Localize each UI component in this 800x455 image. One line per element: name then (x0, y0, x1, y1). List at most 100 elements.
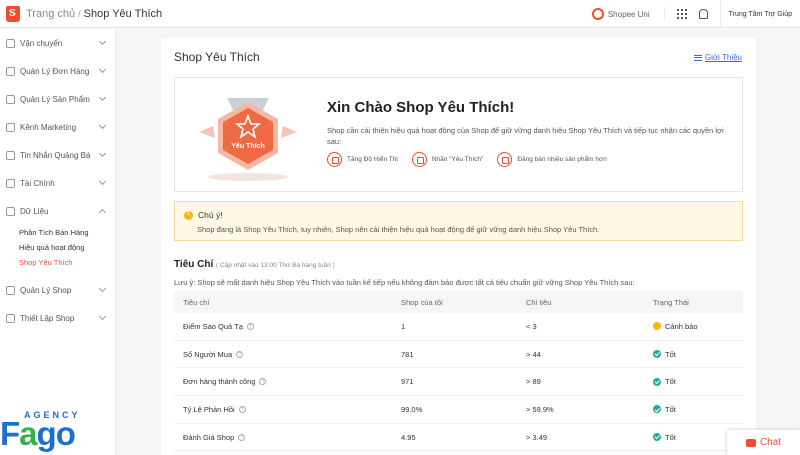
box-icon (6, 94, 15, 104)
sidebar-item-broadcast[interactable]: Tin Nhắn Quảng Bá (0, 141, 115, 169)
notice-header: Chú ý! (184, 210, 223, 220)
sidebar-subitem-preferred-shop[interactable]: Shop Yêu Thích (0, 255, 115, 270)
status-label: Tốt (665, 377, 676, 387)
chevron-up-icon (98, 208, 107, 217)
breadcrumb-separator: / (78, 8, 81, 19)
chevron-down-icon (98, 37, 107, 46)
visibility-icon (327, 152, 342, 167)
sidebar-item-label: Quản Lý Shop (20, 285, 72, 295)
chat-button[interactable]: Chat (727, 430, 800, 455)
apps-grid-icon[interactable] (676, 9, 687, 19)
chevron-down-icon (98, 93, 107, 102)
help-icon[interactable]: ? (259, 378, 267, 386)
check-status-icon (653, 350, 661, 359)
help-icon[interactable]: ? (238, 433, 246, 441)
warning-status-icon (653, 322, 661, 331)
criterion-name: Đánh Giá Shop (183, 432, 235, 442)
notification-bell-icon[interactable] (698, 9, 708, 19)
criterion-name: Tỷ Lệ Phản Hồi (183, 404, 235, 414)
wallet-icon (6, 178, 15, 188)
welcome-card: Yêu Thích Xin Chào Shop Yêu Thích! Shop … (174, 77, 743, 192)
table-row: Đánh Giá Shop? 4.95 > 3.49 Tốt (174, 424, 743, 452)
sidebar-subitem-sales-analysis[interactable]: Phân Tích Bán Hàng (0, 225, 115, 240)
table-row: Số Người Mua? 781 > 44 Tốt (174, 341, 743, 369)
table-header: Tiêu chí Shop của tôi Chỉ tiêu Trạng Thá… (174, 291, 743, 313)
sidebar-item-orders[interactable]: Quản Lý Đơn Hàng (0, 57, 115, 85)
sidebar-item-data[interactable]: Dữ Liệu (0, 197, 115, 225)
shopee-uni-icon (591, 8, 604, 20)
sidebar-item-marketing[interactable]: Kênh Marketing (0, 113, 115, 141)
sidebar-item-shop-management[interactable]: Quản Lý Shop (0, 276, 115, 304)
preferred-badge: Yêu Thích (193, 92, 303, 182)
chevron-down-icon (98, 177, 107, 186)
sidebar-item-shipping[interactable]: Vận chuyển (0, 29, 115, 57)
attention-notice: Chú ý! Shop đang là Shop Yêu Thích, tuy … (174, 201, 743, 241)
my-shop-value: 4.95 (401, 432, 416, 442)
sidebar-item-shop-settings[interactable]: Thiết Lập Shop (0, 304, 115, 332)
criteria-title: Tiêu Chí (174, 259, 214, 270)
table-row: Tỷ Lệ Phản Hồi? 99.0% > 59.9% Tốt (174, 396, 743, 424)
help-icon[interactable]: ? (238, 405, 246, 413)
intro-link[interactable]: Giới Thiệu (693, 53, 742, 62)
breadcrumb: Trang chủ / Shop Yêu Thích (26, 8, 162, 20)
top-bar: Trang chủ / Shop Yêu Thích Shopee Uni Tr… (0, 0, 800, 28)
sidebar-item-label: Tài Chính (20, 178, 55, 188)
table-row: Điểm Sao Quả Tạ? 1 < 3 Cảnh báo (174, 313, 743, 341)
my-shop-value: 1 (401, 321, 406, 331)
truck-icon (6, 38, 15, 48)
sidebar-item-products[interactable]: Quản Lý Sản Phẩm (0, 85, 115, 113)
gear-icon (6, 313, 15, 323)
criteria-table: Tiêu chí Shop của tôi Chỉ tiêu Trạng Thá… (174, 291, 743, 452)
status-label: Cảnh báo (665, 321, 698, 331)
criterion-name: Đơn hàng thành công (183, 377, 256, 387)
breadcrumb-home[interactable]: Trang chủ (26, 8, 75, 20)
shop-icon (6, 285, 15, 295)
chevron-down-icon (98, 65, 107, 74)
target-value: > 3.49 (526, 432, 548, 442)
perk-visibility: Tăng Độ Hiển Thị (327, 152, 398, 167)
perk-label: Nhãn "Yêu Thích" (411, 152, 483, 167)
sidebar-item-label: Vận chuyển (20, 38, 63, 48)
perk-more-products: Đăng bán nhiều sản phẩm hơn (497, 152, 607, 167)
help-icon[interactable]: ? (236, 350, 244, 358)
column-header: Shop của tôi (401, 297, 443, 307)
sidebar-item-finance[interactable]: Tài Chính (0, 169, 115, 197)
criterion-name: Số Người Mua (183, 349, 233, 359)
list-icon (693, 54, 702, 61)
main-content: Shop Yêu Thích Giới Thiệu Yêu Thích Xin … (161, 38, 756, 455)
sidebar-item-label: Quản Lý Đơn Hàng (20, 66, 90, 76)
sidebar-item-label: Thiết Lập Shop (20, 313, 75, 323)
top-right-actions: Shopee Uni Trung Tâm Trợ Giúp (591, 0, 800, 28)
sidebar-subitem-performance[interactable]: Hiệu quả hoạt động (0, 240, 115, 255)
perks-list: Tăng Độ Hiển Thị Nhãn "Yêu Thích" Đăng b… (327, 152, 621, 167)
chat-bubble-icon (745, 438, 756, 447)
page-title: Shop Yêu Thích (174, 50, 260, 64)
criteria-description: Lưu ý: Shop sẽ mất danh hiệu Shop Yêu Th… (174, 278, 635, 287)
shopee-uni-label: Shopee Uni (607, 9, 650, 19)
my-shop-value: 781 (401, 349, 414, 359)
help-center-link[interactable]: Trung Tâm Trợ Giúp (719, 0, 800, 28)
warning-icon (184, 210, 193, 220)
table-row: Đơn hàng thành công? 971 > 89 Tốt (174, 368, 743, 397)
column-header: Chỉ tiêu (526, 297, 552, 307)
my-shop-value: 99.0% (401, 404, 423, 414)
welcome-title: Xin Chào Shop Yêu Thích! (327, 99, 515, 116)
chevron-down-icon (98, 284, 107, 293)
status-label: Tốt (665, 432, 676, 442)
shopee-uni-link[interactable]: Shopee Uni (591, 7, 665, 21)
chat-label: Chat (759, 437, 782, 448)
shopee-logo-icon[interactable] (6, 5, 20, 22)
fago-logo: Fago (0, 415, 76, 452)
check-status-icon (653, 433, 661, 442)
sidebar-item-label: Tin Nhắn Quảng Bá (20, 150, 91, 160)
target-value: > 59.9% (526, 404, 554, 414)
status-label: Tốt (665, 349, 676, 359)
help-icon[interactable]: ? (246, 322, 254, 330)
check-status-icon (653, 405, 661, 414)
sidebar: Vận chuyển Quản Lý Đơn Hàng Quản Lý Sản … (0, 29, 116, 455)
breadcrumb-current: Shop Yêu Thích (83, 7, 163, 20)
notice-title: Chú ý! (198, 210, 223, 220)
target-value: > 89 (526, 377, 541, 387)
target-value: < 3 (526, 321, 537, 331)
target-value: > 44 (526, 349, 541, 359)
